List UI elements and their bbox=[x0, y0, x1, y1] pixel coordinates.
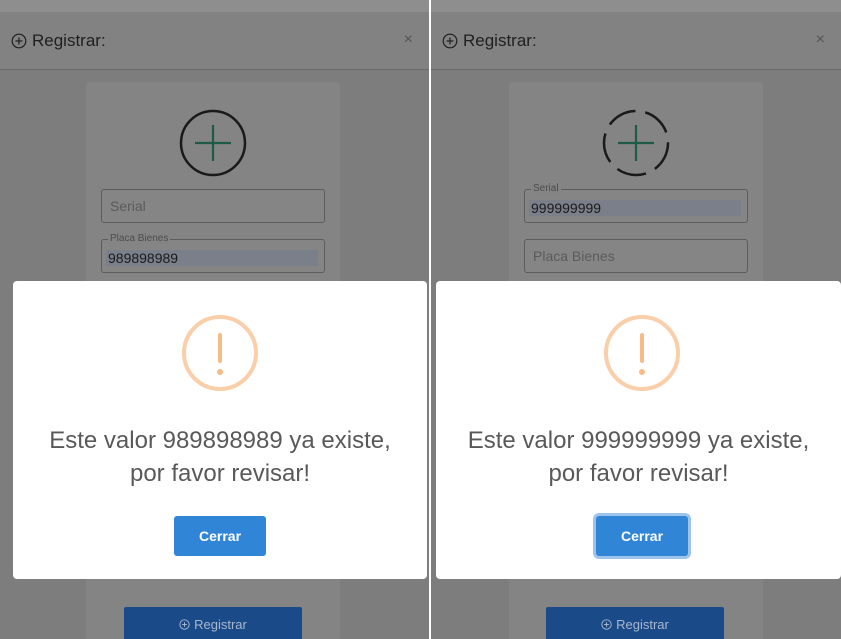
placa-bienes-input[interactable]: Placa Bienes 989898989 bbox=[101, 233, 325, 273]
modal-title-text: Registrar: bbox=[463, 31, 537, 50]
alert-message-line: Este valor 999999999 ya existe, bbox=[467, 427, 810, 454]
modal-header: Registrar: × bbox=[431, 12, 841, 70]
modal-title-text: Registrar: bbox=[32, 31, 106, 50]
circle-plus-icon bbox=[601, 618, 612, 630]
placa-bienes-value: 989898989 bbox=[106, 250, 318, 266]
close-icon[interactable]: × bbox=[404, 31, 413, 49]
modal-title: Registrar: bbox=[11, 31, 106, 51]
circle-plus-icon bbox=[442, 33, 458, 49]
warning-icon bbox=[182, 315, 258, 391]
alert-dialog: Este valor 989898989 ya existe, por favo… bbox=[13, 281, 427, 579]
register-button[interactable]: Registrar bbox=[124, 607, 302, 639]
loading-add-icon bbox=[602, 109, 670, 177]
alert-dialog: Este valor 999999999 ya existe, por favo… bbox=[436, 281, 841, 579]
alert-message-line: Este valor 989898989 ya existe, bbox=[49, 427, 391, 454]
serial-value: 999999999 bbox=[529, 200, 741, 216]
serial-input[interactable]: Serial 999999999 bbox=[524, 183, 748, 223]
warning-icon bbox=[604, 315, 680, 391]
circle-plus-icon bbox=[11, 33, 27, 49]
serial-input[interactable]: Serial bbox=[101, 189, 325, 223]
right-screenshot-panel: Registrar: × Serial 999999999 Placa Bien… bbox=[431, 0, 841, 639]
alert-message: Este valor 989898989 ya existe, por favo… bbox=[13, 424, 427, 490]
close-icon[interactable]: × bbox=[816, 31, 825, 49]
modal-header: Registrar: × bbox=[0, 12, 429, 70]
alert-message: Este valor 999999999 ya existe, por favo… bbox=[436, 424, 841, 490]
close-alert-button[interactable]: Cerrar bbox=[596, 516, 688, 556]
background-page-strip bbox=[431, 0, 841, 12]
register-button-label: Registrar bbox=[616, 616, 669, 632]
alert-message-line: por favor revisar! bbox=[548, 460, 729, 487]
modal-title: Registrar: bbox=[442, 31, 537, 51]
placa-bienes-label: Placa Bienes bbox=[108, 233, 171, 244]
left-screenshot-panel: Registrar: × Serial Placa Bienes 9898989… bbox=[0, 0, 429, 639]
background-page-strip bbox=[0, 0, 429, 12]
serial-label: Serial bbox=[531, 183, 561, 194]
register-button-label: Registrar bbox=[194, 616, 247, 632]
circle-plus-icon bbox=[179, 618, 190, 630]
placa-bienes-input[interactable]: Placa Bienes bbox=[524, 239, 748, 273]
add-circle-icon bbox=[179, 109, 247, 177]
serial-placeholder: Serial bbox=[110, 198, 146, 214]
close-alert-button[interactable]: Cerrar bbox=[174, 516, 266, 556]
register-button[interactable]: Registrar bbox=[546, 607, 724, 639]
alert-message-line: por favor revisar! bbox=[129, 460, 311, 487]
placa-bienes-placeholder: Placa Bienes bbox=[533, 248, 615, 264]
